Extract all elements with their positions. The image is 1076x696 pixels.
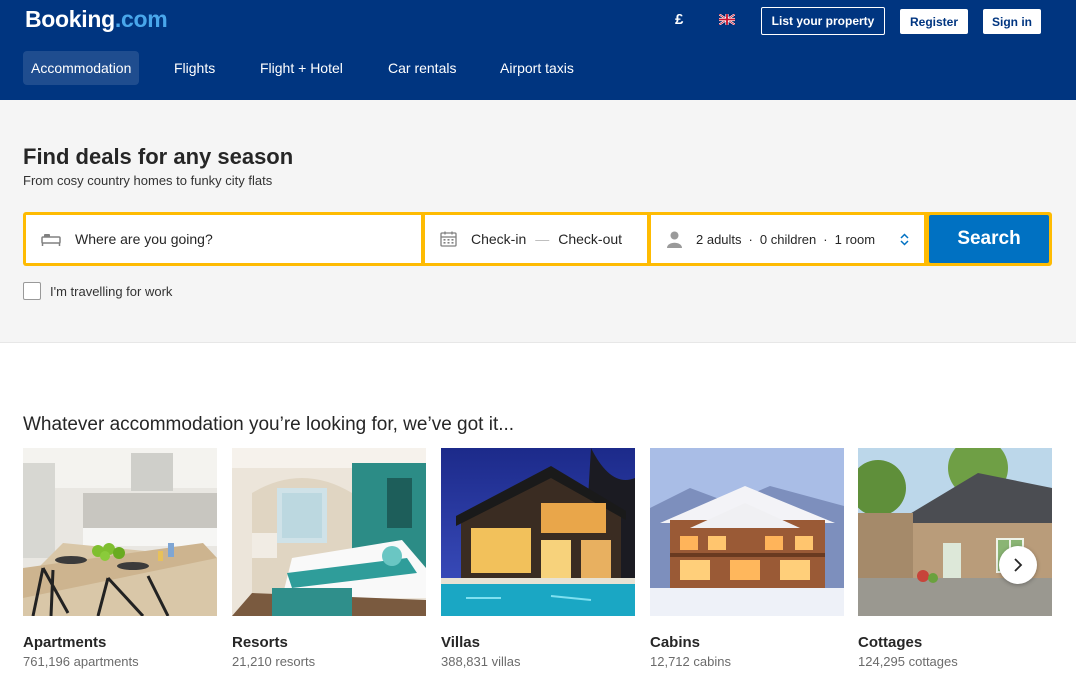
check-out-label: Check-out: [558, 231, 623, 247]
bed-icon: [41, 234, 61, 246]
accommodation-card-cottages[interactable]: Cottages 124,295 cottages: [858, 448, 1052, 669]
accommodation-card-cabins[interactable]: Cabins 12,712 cabins: [650, 448, 844, 669]
person-icon: [667, 231, 682, 248]
nav-car-rentals[interactable]: Car rentals: [388, 51, 456, 85]
card-title[interactable]: Resorts: [232, 634, 288, 651]
top-header: Booking.com £ List your property Registe…: [0, 0, 1076, 100]
accommodation-section-title: Whatever accommodation you’re looking fo…: [23, 414, 515, 435]
work-travel-checkbox[interactable]: [23, 282, 41, 300]
logo-text: Booking: [25, 6, 115, 32]
destination-placeholder: Where are you going?: [75, 231, 213, 247]
card-count: 388,831 villas: [441, 654, 521, 669]
search-section: Find deals for any season From cosy coun…: [0, 100, 1076, 343]
accommodation-card-resorts[interactable]: Resorts 21,210 resorts: [232, 448, 426, 669]
dates-separator: —: [535, 231, 550, 247]
adults-count: 2 adults: [696, 231, 742, 247]
nav-flight-hotel[interactable]: Flight + Hotel: [260, 51, 343, 85]
sign-in-button[interactable]: Sign in: [983, 9, 1041, 34]
search-button[interactable]: Search: [929, 215, 1049, 263]
check-in-label: Check-in: [471, 231, 527, 247]
accommodation-card-villas[interactable]: Villas 388,831 villas: [441, 448, 635, 669]
currency-selector[interactable]: £: [675, 11, 683, 28]
guests-field[interactable]: 2 adults · 0 children · 1 room: [651, 215, 924, 263]
villas-image: [441, 448, 635, 616]
card-title[interactable]: Cottages: [858, 634, 922, 651]
page-title: Find deals for any season: [23, 144, 294, 169]
accommodation-card-apartments[interactable]: Apartments 761,196 apartments: [23, 448, 217, 669]
work-travel-option[interactable]: I'm travelling for work: [23, 282, 172, 300]
updown-chevron-icon: [900, 232, 909, 246]
work-travel-label: I'm travelling for work: [50, 283, 173, 299]
booking-logo[interactable]: Booking.com: [25, 6, 168, 33]
card-count: 21,210 resorts: [232, 654, 316, 669]
chevron-right-icon: [1014, 558, 1023, 572]
card-title[interactable]: Cabins: [650, 634, 700, 651]
cabins-image: [650, 448, 844, 616]
nav-airport-taxis[interactable]: Airport taxis: [500, 51, 574, 85]
dates-field[interactable]: Check-in — Check-out: [425, 215, 647, 263]
register-button[interactable]: Register: [900, 9, 968, 34]
apartments-image: [23, 448, 217, 616]
nav-flights[interactable]: Flights: [174, 51, 215, 85]
nav-accommodation[interactable]: Accommodation: [23, 51, 140, 85]
page-subtitle: From cosy country homes to funky city fl…: [23, 173, 273, 188]
resorts-image: [232, 448, 426, 616]
cottages-image: [858, 448, 1052, 616]
search-bar: Where are you going? Check-in — Check-ou…: [23, 212, 1052, 266]
list-property-button[interactable]: List your property: [761, 7, 885, 35]
calendar-icon: [440, 231, 457, 247]
uk-flag-icon[interactable]: [719, 14, 735, 25]
card-title[interactable]: Villas: [441, 634, 480, 651]
card-count: 124,295 cottages: [858, 654, 958, 669]
card-title[interactable]: Apartments: [23, 634, 106, 651]
card-count: 12,712 cabins: [650, 654, 731, 669]
children-count: 0 children: [759, 231, 817, 247]
card-count: 761,196 apartments: [23, 654, 139, 669]
logo-suffix: .com: [114, 6, 168, 32]
carousel-next-button[interactable]: [999, 546, 1037, 584]
guest-separator: ·: [748, 231, 753, 247]
guest-separator: ·: [823, 231, 828, 247]
destination-field[interactable]: Where are you going?: [26, 215, 421, 263]
rooms-count: 1 room: [834, 231, 876, 247]
